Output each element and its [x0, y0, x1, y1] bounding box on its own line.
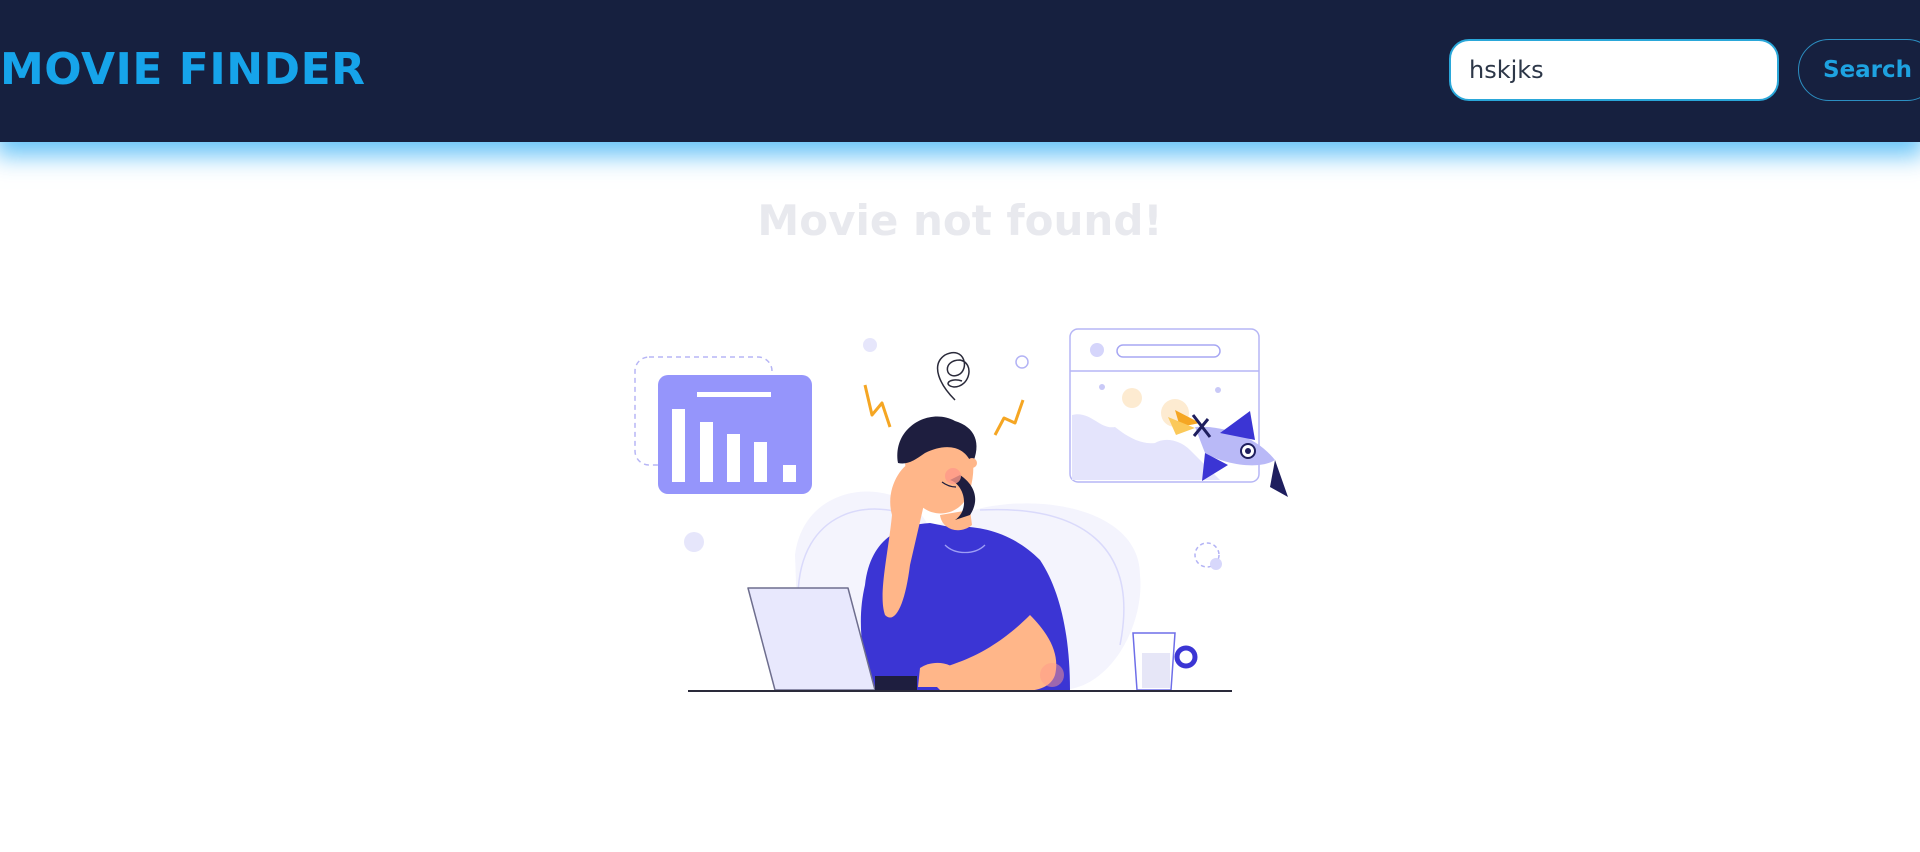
navbar: MOVIE FINDER Search	[0, 0, 1920, 142]
brand-logo[interactable]: MOVIE FINDER	[0, 44, 366, 95]
stress-scribble	[936, 352, 970, 401]
bar-chart-card	[634, 356, 812, 494]
search-input[interactable]	[1449, 39, 1779, 101]
search-button[interactable]: Search	[1798, 39, 1920, 101]
not-found-illustration	[634, 328, 1288, 692]
coffee-mug-icon	[1132, 632, 1198, 691]
not-found-message: Movie not found!	[757, 196, 1163, 245]
